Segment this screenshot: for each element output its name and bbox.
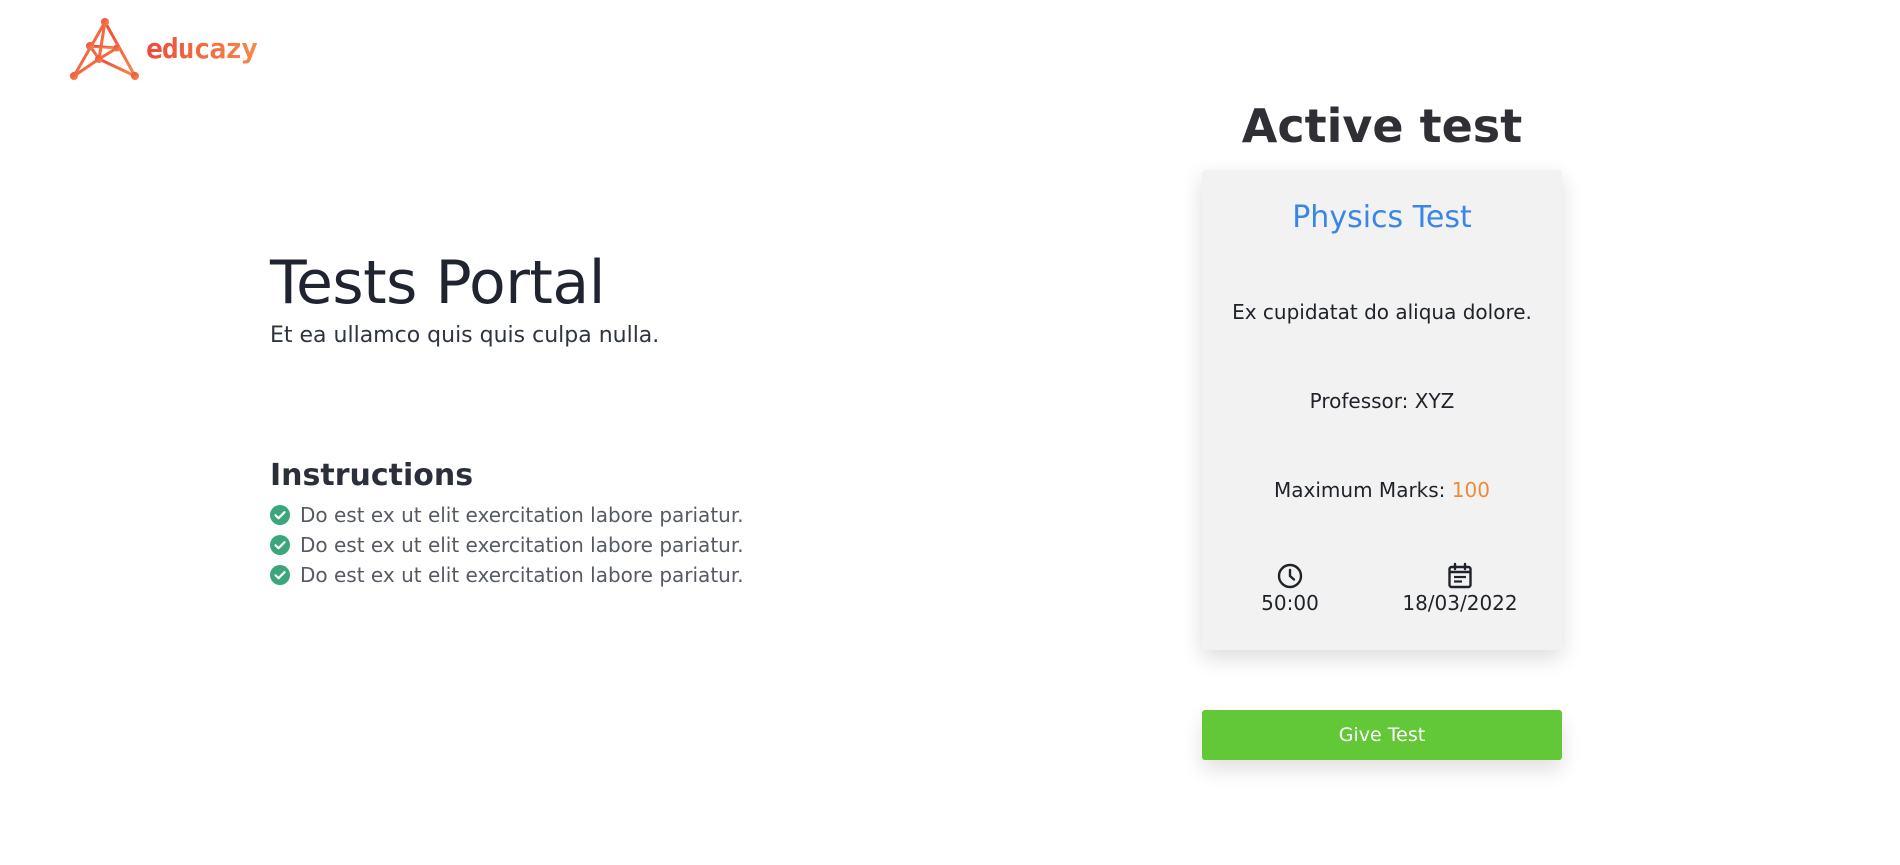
instruction-item: Do est ex ut elit exercitation labore pa… xyxy=(270,560,870,590)
date-value: 18/03/2022 xyxy=(1402,591,1518,615)
test-description: Ex cupidatat do aliqua dolore. xyxy=(1232,300,1532,324)
give-test-button[interactable]: Give Test xyxy=(1202,710,1562,760)
logo-network-icon xyxy=(70,18,139,80)
brand-name: educazy xyxy=(146,31,258,65)
instruction-text: Do est ex ut elit exercitation labore pa… xyxy=(300,533,744,557)
instruction-item: Do est ex ut elit exercitation labore pa… xyxy=(270,500,870,530)
test-duration: 50:00 xyxy=(1220,562,1360,616)
page-title: Tests Portal xyxy=(270,248,605,318)
page-subtitle: Et ea ullamco quis quis culpa nulla. xyxy=(270,323,660,348)
active-test-heading: Active test xyxy=(1241,99,1523,153)
check-circle-icon xyxy=(270,505,290,525)
hero-section: Tests Portal Et ea ullamco quis quis cul… xyxy=(270,245,970,351)
test-professor: Professor: XYZ xyxy=(1309,389,1455,413)
brand-logo[interactable]: educazy xyxy=(68,16,258,80)
check-circle-icon xyxy=(270,535,290,555)
instruction-text: Do est ex ut elit exercitation labore pa… xyxy=(300,563,744,587)
instruction-text: Do est ex ut elit exercitation labore pa… xyxy=(300,503,744,527)
test-card: Physics Test Ex cupidatat do aliqua dolo… xyxy=(1202,170,1562,650)
test-title: Physics Test xyxy=(1292,200,1472,235)
instructions-section: Instructions Do est ex ut elit exercitat… xyxy=(270,456,870,590)
calendar-icon xyxy=(1446,562,1474,590)
check-circle-icon xyxy=(270,565,290,585)
max-marks-value: 100 xyxy=(1451,478,1490,502)
duration-value: 50:00 xyxy=(1261,591,1319,615)
clock-icon xyxy=(1276,562,1304,590)
instruction-item: Do est ex ut elit exercitation labore pa… xyxy=(270,530,870,560)
max-marks-label: Maximum Marks: xyxy=(1274,478,1446,502)
tests-portal-page: educazy Tests Portal Et ea ullamco quis … xyxy=(0,0,1900,865)
test-date: 18/03/2022 xyxy=(1390,562,1530,616)
instructions-title: Instructions xyxy=(270,458,474,493)
test-max-marks: Maximum Marks: 100 xyxy=(1202,478,1562,502)
